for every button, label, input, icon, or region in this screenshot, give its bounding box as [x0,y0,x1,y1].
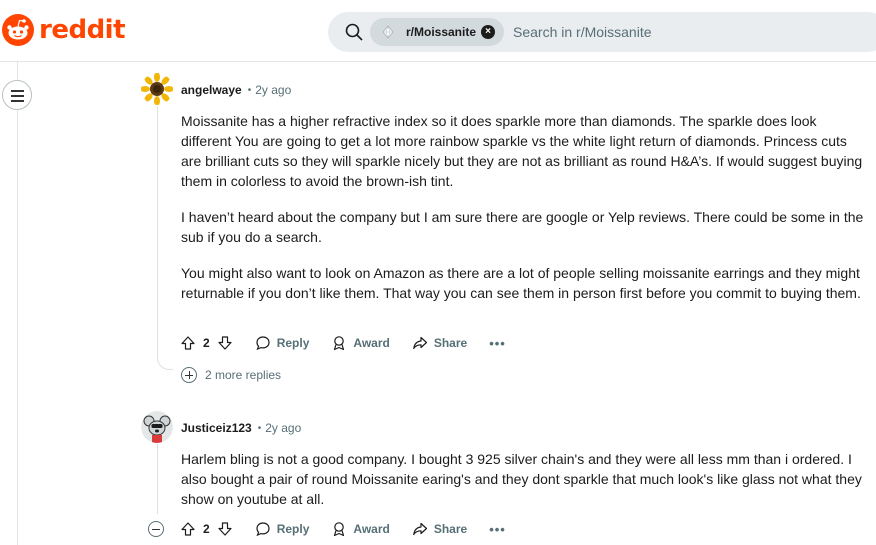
meta-separator: • [257,422,262,434]
vote-score: 2 [203,336,210,350]
downvote-icon[interactable] [217,521,233,537]
upvote-icon[interactable] [180,521,196,537]
share-button[interactable]: Share [412,335,467,351]
avatar[interactable] [141,73,173,105]
reply-label: Reply [276,522,310,536]
share-icon [413,336,427,350]
upvote-icon[interactable] [180,335,196,351]
share-icon [413,522,427,536]
collapse-icon[interactable] [148,521,164,537]
more-options-button[interactable]: ••• [489,336,506,351]
more-icon: ••• [489,335,506,351]
reply-icon [256,336,270,351]
award-label: Award [353,522,390,536]
logo-text: reddit [39,15,126,45]
downvote-icon[interactable] [217,335,233,351]
top-header: reddit r/Moissanite × Search in r/Moissa… [0,0,876,62]
comment-actions: 2 Reply Award Share ••• [180,335,528,351]
vote-score: 2 [203,522,210,536]
comment-paragraph: Moissanite has a higher refractive index… [181,113,863,189]
award-button[interactable]: Award [331,521,390,537]
award-button[interactable]: Award [331,335,390,351]
comment-author[interactable]: Justiceiz123 [181,421,252,435]
menu-icon [11,90,24,92]
comment-author[interactable]: angelwaye [181,83,242,97]
share-label: Share [433,336,468,350]
community-chip-label: r/Moissanite [406,25,477,39]
menu-icon-line [11,95,24,97]
avatar[interactable] [141,411,173,443]
more-icon: ••• [489,521,506,537]
reply-button[interactable]: Reply [255,521,310,537]
award-label: Award [353,336,390,350]
more-options-button[interactable]: ••• [489,522,506,537]
comment-time[interactable]: 2y ago [255,83,291,97]
comment-paragraph: You might also want to look on Amazon as… [181,265,861,301]
vote-controls: 2 [180,335,233,351]
reply-button[interactable]: Reply [255,335,310,351]
more-replies-button[interactable]: 2 more replies [181,367,281,383]
thread-line [157,106,158,358]
share-label: Share [433,522,468,536]
comment-paragraph: I haven’t heard about the company but I … [181,209,864,245]
search-bar[interactable]: r/Moissanite × Search in r/Moissanite [328,12,876,52]
community-chip[interactable]: r/Moissanite × [370,18,504,46]
award-icon [334,522,345,537]
comment-body: Harlem bling is not a good company. I bo… [181,449,867,525]
more-replies-label: 2 more replies [205,368,282,382]
share-button[interactable]: Share [412,521,467,537]
expand-icon [181,367,197,383]
menu-button[interactable] [2,80,32,110]
award-icon [334,336,345,351]
reddit-logo[interactable]: reddit [2,14,126,46]
left-rail-divider [17,62,18,545]
search-input[interactable]: Search in r/Moissanite [513,24,652,40]
close-icon[interactable]: × [481,25,495,39]
comment-meta: angelwaye • 2y ago [181,83,291,97]
comment-paragraph: Harlem bling is not a good company. I bo… [181,451,862,507]
thread-line [157,444,158,514]
menu-icon-line [11,100,24,102]
vote-controls: 2 [180,521,233,537]
reply-icon [256,522,270,537]
comment-body: Moissanite has a higher refractive index… [181,111,867,319]
community-avatar-icon [379,23,397,41]
search-icon [345,23,363,41]
thread-curve [157,340,173,370]
reddit-logo-icon [2,14,34,46]
reply-label: Reply [276,336,310,350]
meta-separator: • [247,84,252,96]
comment-time[interactable]: 2y ago [265,421,301,435]
comment-meta: Justiceiz123 • 2y ago [181,421,301,435]
comment-actions: 2 Reply Award Share ••• [180,521,528,537]
